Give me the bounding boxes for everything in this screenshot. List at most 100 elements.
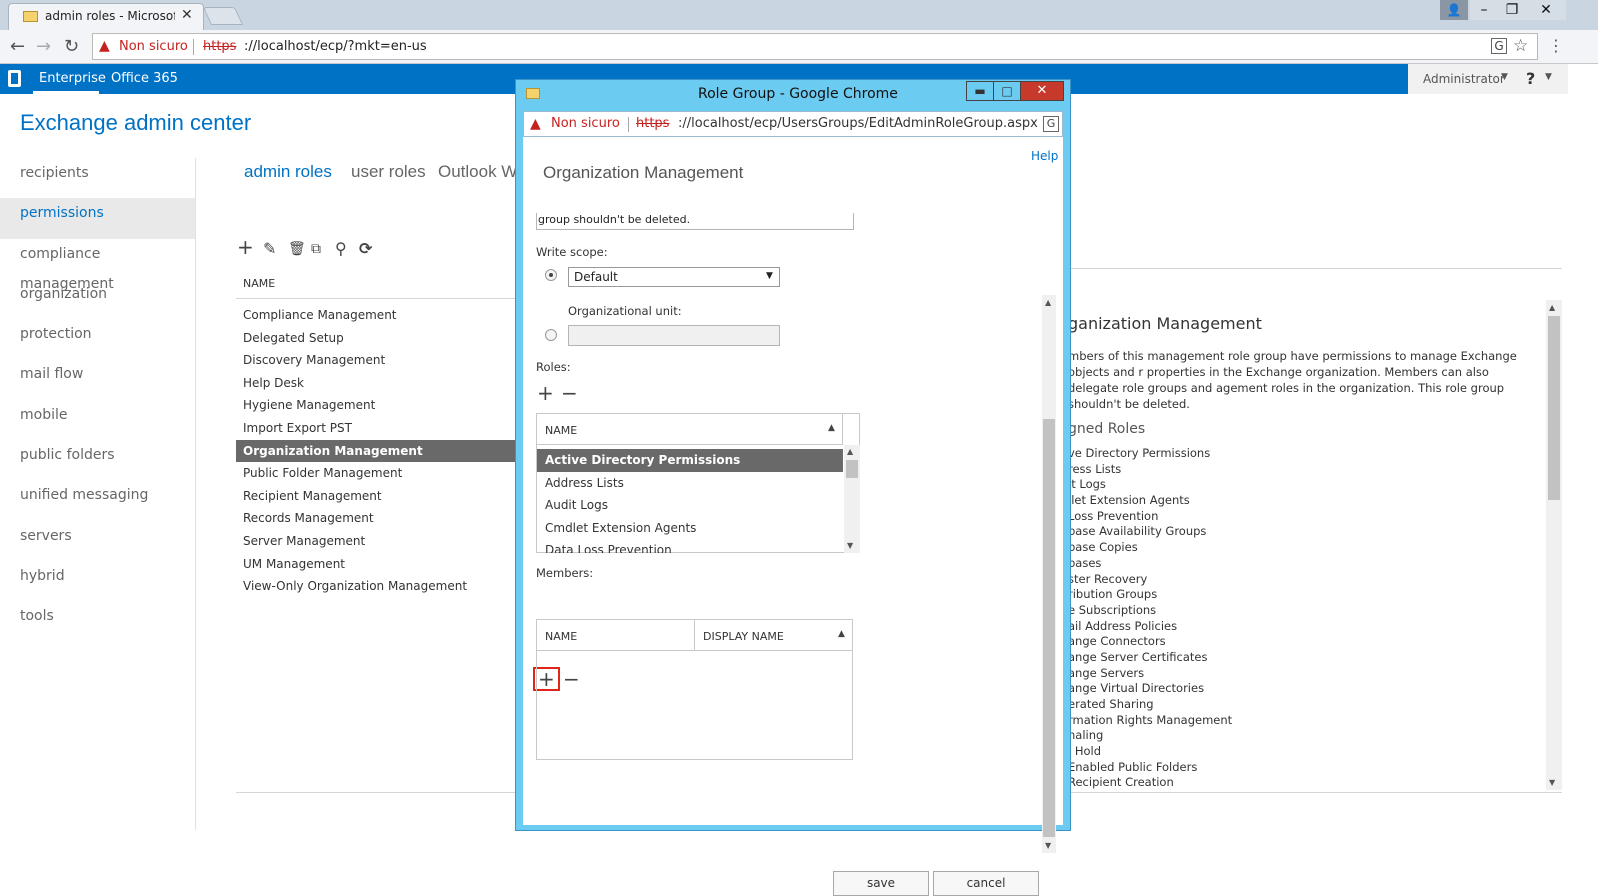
save-button[interactable]: save	[833, 871, 929, 896]
list-item[interactable]: Help Desk	[236, 372, 516, 395]
write-scope-select[interactable]: Default ▼	[568, 267, 780, 287]
cancel-button[interactable]: cancel	[933, 871, 1039, 896]
popup-address-bar[interactable]: ▲ Non sicuro https ://localhost/ecp/User…	[523, 111, 1063, 137]
assigned-role-item: l Hold	[1068, 744, 1102, 759]
forward-icon[interactable]: →	[36, 36, 51, 57]
list-item[interactable]: Discovery Management	[236, 349, 516, 372]
table-row[interactable]: Cmdlet Extension Agents	[537, 517, 843, 540]
table-row[interactable]: Data Loss Prevention	[537, 539, 843, 553]
back-icon[interactable]: ←	[10, 36, 25, 57]
scrollbar-thumb[interactable]	[1548, 316, 1560, 500]
browser-tab-title: admin roles - Microsoft E	[45, 9, 175, 23]
description-textarea[interactable]: group shouldn't be deleted.	[536, 213, 854, 230]
help-icon[interactable]: ?	[1526, 69, 1535, 88]
edit-icon[interactable]: ✎	[263, 239, 276, 258]
default-scope-radio[interactable]	[545, 269, 557, 281]
list-item[interactable]: Hygiene Management	[236, 394, 516, 417]
table-row[interactable]: Audit Logs	[537, 494, 843, 517]
tab-enterprise[interactable]: Enterprise	[39, 71, 106, 86]
bookmark-star-icon[interactable]: ☆	[1513, 36, 1528, 56]
ou-scope-radio[interactable]	[545, 329, 557, 341]
search-icon[interactable]: ⚲	[335, 239, 347, 258]
scroll-down-arrow[interactable]: ▼	[1549, 778, 1555, 787]
envelope-icon	[23, 11, 38, 22]
close-tab-icon[interactable]: ✕	[181, 7, 193, 23]
assigned-role-item: it Logs	[1068, 477, 1106, 492]
sidebar-item-organization[interactable]: organization	[0, 279, 196, 319]
scrollbar-thumb[interactable]	[1043, 419, 1055, 837]
remove-role-icon[interactable]: −	[561, 383, 578, 403]
list-item[interactable]: Delegated Setup	[236, 327, 516, 350]
organizational-unit-input[interactable]	[568, 325, 780, 346]
user-profile-icon[interactable]: 👤	[1440, 0, 1468, 20]
translate-icon[interactable]: G	[1043, 116, 1059, 132]
popup-maximize-button[interactable]: □	[993, 81, 1021, 101]
sidebar-item-recipients[interactable]: recipients	[0, 158, 196, 198]
tab-user-roles[interactable]: user roles	[351, 162, 426, 182]
close-window-button[interactable]: ✕	[1526, 0, 1566, 20]
tab-admin-roles[interactable]: admin roles	[244, 162, 332, 182]
scroll-up-arrow[interactable]: ▲	[847, 447, 853, 456]
roles-label: Roles:	[536, 360, 571, 374]
list-item[interactable]: Import Export PST	[236, 417, 516, 440]
list-item[interactable]: Organization Management	[236, 439, 516, 463]
address-bar[interactable]: ▲ Non sicuro https ://localhost/ecp/?mkt…	[92, 33, 1538, 60]
translate-icon[interactable]: G	[1491, 38, 1507, 54]
list-item[interactable]: View-Only Organization Management	[236, 575, 516, 598]
members-column-name[interactable]: NAME	[545, 630, 577, 643]
scrollbar-thumb[interactable]	[846, 460, 858, 478]
sidebar-item-hybrid[interactable]: hybrid	[0, 561, 196, 601]
sort-ascending-icon: ▲	[828, 423, 835, 433]
table-row[interactable]: Active Directory Permissions	[537, 449, 843, 472]
sidebar-item-tools[interactable]: tools	[0, 601, 196, 641]
list-item[interactable]: Server Management	[236, 530, 516, 553]
members-column-display-name[interactable]: DISPLAY NAME	[703, 630, 784, 643]
list-item[interactable]: Records Management	[236, 507, 516, 530]
delete-icon[interactable]: 🗑	[288, 241, 306, 257]
list-header-name[interactable]: NAME	[243, 277, 275, 290]
sidebar-item-public-folders[interactable]: public folders	[0, 440, 196, 480]
browser-menu-icon[interactable]: ⋮	[1548, 36, 1564, 55]
tab-office-365[interactable]: Office 365	[111, 71, 178, 86]
help-link[interactable]: Help	[1031, 149, 1058, 163]
sidebar-item-protection[interactable]: protection	[0, 319, 196, 359]
tab-outlook-web-app-policies[interactable]: Outlook Web App policies	[438, 162, 516, 182]
popup-close-button[interactable]: ✕	[1020, 81, 1064, 101]
separator	[193, 39, 194, 55]
scroll-down-arrow[interactable]: ▼	[1045, 841, 1051, 850]
admin-name[interactable]: Administrator	[1423, 72, 1505, 86]
popup-minimize-button[interactable]: ▬	[966, 81, 994, 101]
sidebar-item-servers[interactable]: servers	[0, 521, 196, 561]
scroll-up-arrow[interactable]: ▲	[1045, 298, 1051, 307]
details-scrollbar[interactable]: ▲ ▼	[1546, 300, 1562, 790]
list-item[interactable]: UM Management	[236, 553, 516, 576]
envelope-icon	[526, 88, 540, 99]
sidebar-item-unified-messaging[interactable]: unified messaging	[0, 480, 196, 520]
list-item[interactable]: Compliance Management	[236, 304, 516, 327]
browser-tab[interactable]: admin roles - Microsoft E ✕	[8, 3, 204, 30]
roles-scrollbar[interactable]: ▲ ▼	[844, 445, 860, 553]
sidebar-item-compliance-management[interactable]: compliance management	[0, 239, 196, 292]
assigned-role-item: ange Server Certificates	[1068, 649, 1208, 664]
sidebar-item-mobile[interactable]: mobile	[0, 400, 196, 440]
sidebar-item-permissions[interactable]: permissions	[0, 198, 196, 239]
add-icon[interactable]: +	[237, 235, 254, 259]
minimize-button[interactable]: –	[1470, 0, 1498, 20]
reload-icon[interactable]: ↻	[64, 36, 79, 57]
scroll-down-arrow[interactable]: ▼	[847, 541, 853, 550]
user-menu[interactable]: Administrator ▼ ? ▼	[1408, 64, 1568, 94]
copy-icon[interactable]: ⧉	[311, 241, 321, 257]
assigned-role-item: ange Connectors	[1068, 634, 1166, 649]
table-row[interactable]: Address Lists	[537, 472, 843, 495]
list-item[interactable]: Public Folder Management	[236, 462, 516, 485]
popup-scrollbar[interactable]: ▲ ▼	[1042, 295, 1056, 853]
maximize-button[interactable]: ❐	[1498, 0, 1526, 20]
new-tab-button[interactable]	[202, 7, 244, 25]
page-title: Exchange admin center	[20, 110, 252, 135]
refresh-icon[interactable]: ⟳	[359, 239, 372, 258]
list-item[interactable]: Recipient Management	[236, 485, 516, 508]
scroll-up-arrow[interactable]: ▲	[1549, 303, 1555, 312]
add-role-icon[interactable]: +	[537, 383, 554, 403]
roles-table-header[interactable]: NAME ▲	[537, 414, 843, 445]
sidebar-item-mail-flow[interactable]: mail flow	[0, 359, 196, 399]
